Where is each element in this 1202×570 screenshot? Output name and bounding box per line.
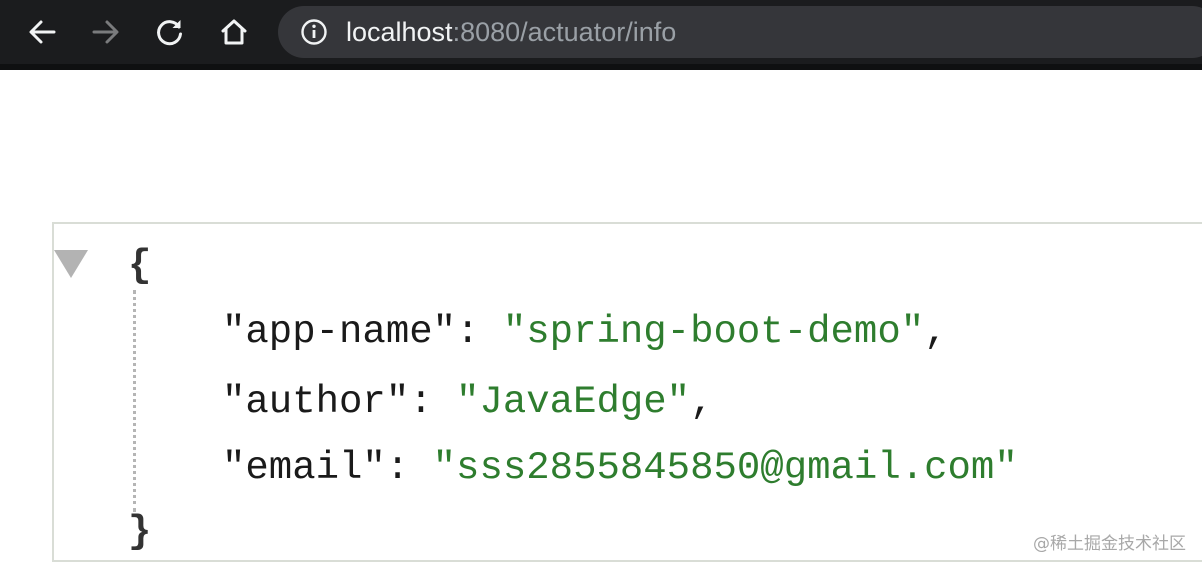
reload-button[interactable]: [150, 12, 190, 52]
url-path: :8080/actuator/info: [452, 16, 677, 47]
json-open-brace: {: [128, 244, 152, 288]
json-string-value: "spring-boot-demo": [502, 310, 925, 354]
json-comma: ,: [690, 380, 714, 424]
watermark-text: @稀土掘金技术社区: [1033, 534, 1186, 554]
browser-toolbar: localhost:8080/actuator/info: [0, 0, 1202, 70]
arrow-right-icon: [92, 20, 119, 44]
json-comma: ,: [924, 310, 948, 354]
url-host: localhost: [346, 16, 453, 47]
arrow-left-icon: [29, 20, 56, 44]
toolbar-divider: [0, 64, 1202, 70]
json-separator: :: [456, 310, 503, 354]
json-key: "email": [222, 446, 386, 490]
url-text[interactable]: localhost:8080/actuator/info: [346, 17, 676, 48]
json-string-value: "JavaEdge": [456, 380, 691, 424]
json-separator: :: [385, 446, 433, 490]
json-string-value: "sss2855845850@gmail.com": [432, 446, 1018, 490]
collapse-triangle-icon[interactable]: [54, 248, 90, 282]
forward-button[interactable]: [86, 12, 126, 52]
json-key: "author": [222, 380, 410, 424]
json-key: "app-name": [222, 310, 457, 354]
home-button[interactable]: [214, 12, 254, 52]
json-entry: "email": "sss2855845850@gmail.com": [222, 446, 1018, 490]
info-icon[interactable]: [300, 18, 328, 46]
json-separator: :: [409, 380, 457, 424]
json-close-brace: }: [128, 510, 152, 554]
reload-icon: [157, 20, 182, 46]
json-entry: "author": "JavaEdge",: [222, 380, 714, 424]
indent-guide: [133, 290, 136, 512]
json-viewer: { "app-name": "spring-boot-demo", "autho…: [52, 222, 1202, 562]
json-entry: "app-name": "spring-boot-demo",: [222, 310, 948, 354]
address-bar[interactable]: localhost:8080/actuator/info: [278, 6, 1202, 58]
home-icon: [221, 19, 247, 45]
back-button[interactable]: [22, 12, 62, 52]
